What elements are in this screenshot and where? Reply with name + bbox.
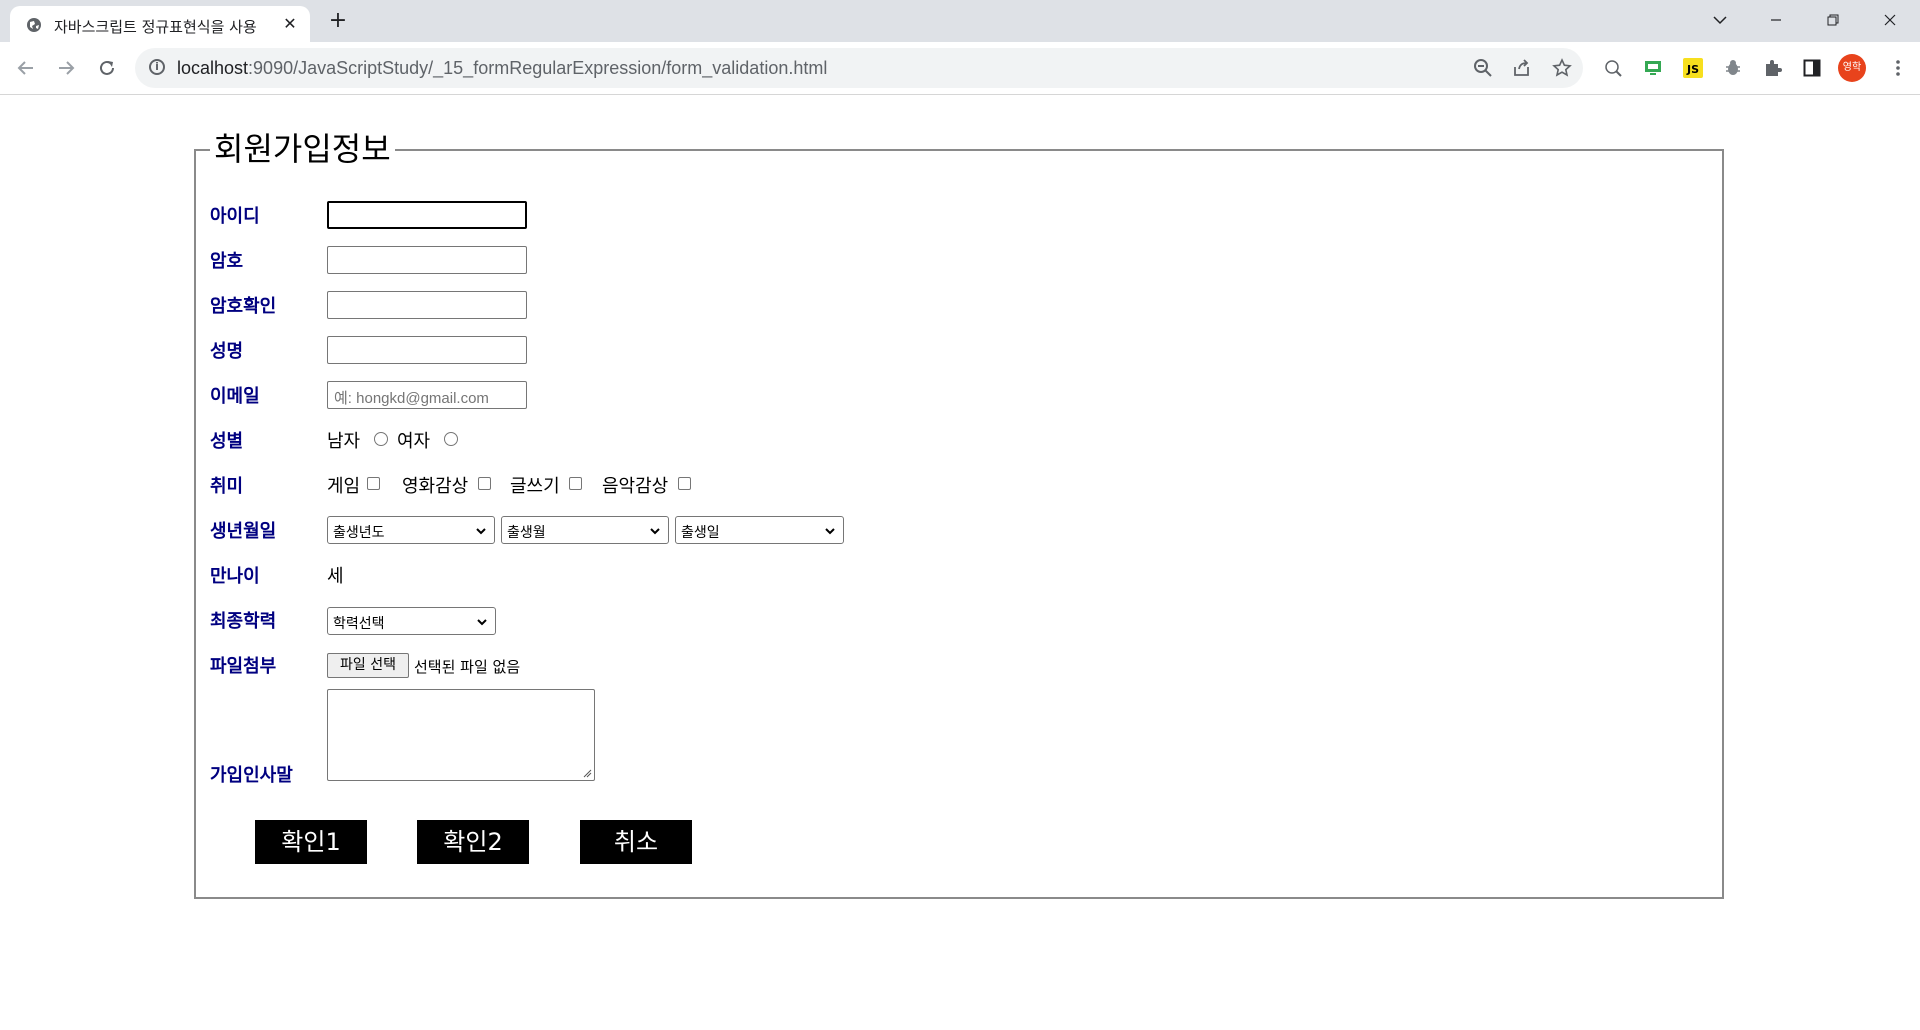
label-id: 아이디 (210, 206, 260, 227)
id-input[interactable] (327, 201, 527, 229)
gender-female-label: 여자 (397, 431, 431, 452)
label-password: 암호 (210, 251, 244, 272)
resize-grip-icon[interactable] (583, 769, 592, 778)
hobby-music-label: 음악감상 (602, 476, 669, 497)
restore-icon[interactable] (1811, 6, 1855, 34)
confirm2-button[interactable]: 확인2 (417, 820, 529, 864)
tab-bar: 자바스크립트 정규표현식을 사용 ✕ + (0, 0, 1920, 42)
birth-day-value: 출생일 (681, 525, 720, 541)
education-select[interactable]: 학력선택 (327, 607, 496, 635)
confirm1-button[interactable]: 확인1 (255, 820, 367, 864)
label-birth: 생년월일 (210, 521, 277, 542)
file-status: 선택된 파일 없음 (414, 658, 521, 676)
age-unit: 세 (327, 566, 344, 587)
gender-male-radio[interactable] (374, 432, 388, 446)
greeting-textarea[interactable] (327, 689, 595, 781)
url-text: localhost:9090/JavaScriptStudy/_15_formR… (177, 58, 828, 78)
label-greeting: 가입인사말 (210, 765, 293, 786)
label-email: 이메일 (210, 386, 260, 407)
label-gender: 성별 (210, 431, 244, 452)
hobby-game-label: 게임 (327, 476, 361, 497)
close-tab-icon[interactable]: ✕ (280, 14, 300, 34)
birth-month-value: 출생월 (507, 525, 546, 541)
password-input[interactable] (327, 246, 527, 274)
address-bar[interactable]: i localhost:9090/JavaScriptStudy/_15_for… (135, 48, 1583, 88)
chevron-down-icon (824, 522, 836, 540)
extension-screen-icon[interactable] (1641, 56, 1665, 80)
tab-search-chevron-icon[interactable] (1698, 6, 1742, 34)
name-input[interactable] (327, 336, 527, 364)
close-window-icon[interactable] (1868, 6, 1912, 34)
extension-reader-icon[interactable] (1601, 56, 1625, 80)
password-confirm-input[interactable] (327, 291, 527, 319)
profile-avatar[interactable]: 영학 (1838, 54, 1866, 82)
birth-year-value: 출생년도 (333, 525, 385, 541)
side-panel-icon[interactable] (1800, 56, 1824, 80)
hobby-game-checkbox[interactable] (367, 477, 380, 490)
form-legend: 회원가입정보 (210, 126, 395, 172)
site-info-icon[interactable]: i (149, 59, 165, 75)
extensions-puzzle-icon[interactable] (1761, 56, 1785, 80)
birth-month-select[interactable]: 출생월 (501, 516, 669, 544)
label-file: 파일첨부 (210, 656, 277, 677)
chevron-down-icon (649, 522, 661, 540)
globe-icon (27, 18, 41, 32)
extension-js-icon[interactable]: JS (1683, 58, 1703, 78)
hobby-writing-checkbox[interactable] (569, 477, 582, 490)
browser-toolbar: i localhost:9090/JavaScriptStudy/_15_for… (0, 42, 1920, 95)
browser-tab[interactable]: 자바스크립트 정규표현식을 사용 ✕ (10, 6, 310, 42)
extension-bug-icon[interactable] (1721, 56, 1745, 80)
minimize-icon[interactable] (1754, 6, 1798, 34)
label-education: 최종학력 (210, 611, 277, 632)
chevron-down-icon (476, 613, 488, 631)
cancel-button[interactable]: 취소 (580, 820, 692, 864)
zoom-icon[interactable] (1471, 56, 1495, 80)
forward-icon[interactable] (52, 54, 80, 82)
email-placeholder: 예: hongkd@gmail.com (334, 390, 489, 407)
hobby-music-checkbox[interactable] (678, 477, 691, 490)
file-choose-button[interactable]: 파일 선택 (327, 653, 409, 678)
birth-day-select[interactable]: 출생일 (675, 516, 844, 544)
label-password-confirm: 암호확인 (210, 296, 277, 317)
label-name: 성명 (210, 341, 244, 362)
tab-title: 자바스크립트 정규표현식을 사용 (54, 18, 257, 36)
email-input[interactable]: 예: hongkd@gmail.com (327, 381, 527, 409)
reload-icon[interactable] (93, 54, 121, 82)
label-age: 만나이 (210, 566, 260, 587)
new-tab-icon[interactable]: + (324, 8, 352, 36)
hobby-writing-label: 글쓰기 (510, 476, 560, 497)
bookmark-star-icon[interactable] (1550, 56, 1574, 80)
education-value: 학력선택 (333, 616, 385, 632)
menu-kebab-icon[interactable] (1886, 56, 1910, 80)
gender-male-label: 남자 (327, 431, 361, 452)
birth-year-select[interactable]: 출생년도 (327, 516, 495, 544)
share-icon[interactable] (1510, 56, 1534, 80)
hobby-movie-checkbox[interactable] (478, 477, 491, 490)
back-icon[interactable] (12, 54, 40, 82)
hobby-movie-label: 영화감상 (402, 476, 469, 497)
chevron-down-icon (475, 522, 487, 540)
gender-female-radio[interactable] (444, 432, 458, 446)
label-hobby: 취미 (210, 476, 244, 497)
